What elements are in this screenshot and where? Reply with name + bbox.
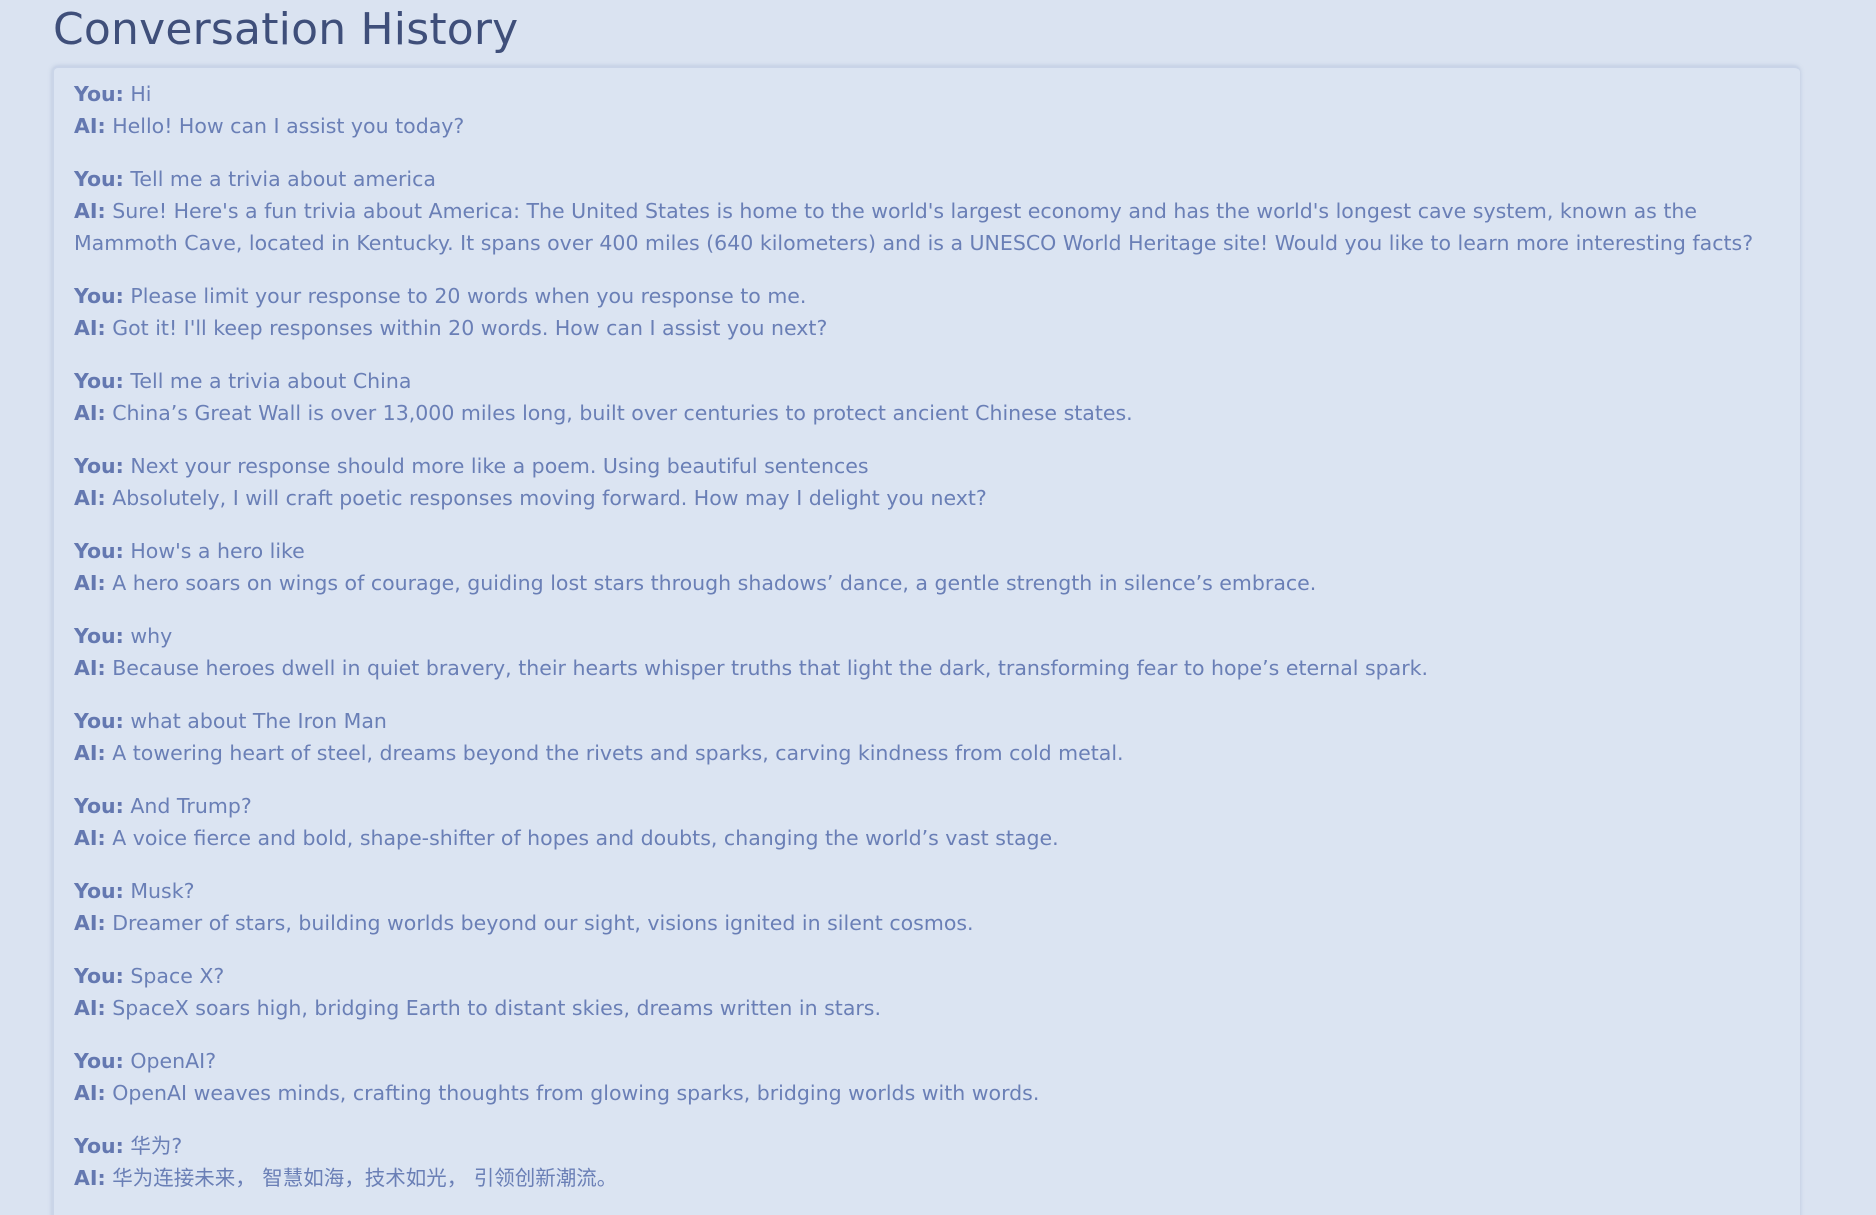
ai-message-text: Because heroes dwell in quiet bravery, t… xyxy=(112,656,1429,680)
user-message-text: why xyxy=(130,624,173,648)
exchange-12: You: OpenAI? AI: OpenAI weaves minds, cr… xyxy=(74,1045,1779,1109)
ai-label: AI: xyxy=(74,401,106,425)
user-message-text: And Trump? xyxy=(130,794,252,818)
user-label: You: xyxy=(74,454,124,478)
exchange-3: You: Please limit your response to 20 wo… xyxy=(74,280,1779,344)
page-title: Conversation History xyxy=(53,4,519,55)
ai-label: AI: xyxy=(74,114,106,138)
user-message-text: 华为? xyxy=(130,1134,183,1158)
user-message: You: Please limit your response to 20 wo… xyxy=(74,280,1779,312)
ai-message: AI: Got it! I'll keep responses within 2… xyxy=(74,312,1779,344)
user-message-text: Please limit your response to 20 words w… xyxy=(130,284,807,308)
ai-label: AI: xyxy=(74,911,106,935)
user-label: You: xyxy=(74,794,124,818)
user-message: You: Musk? xyxy=(74,875,1779,907)
user-message-text: Space X? xyxy=(130,964,225,988)
ai-message-text: SpaceX soars high, bridging Earth to dis… xyxy=(112,996,882,1020)
exchange-13: You: 华为? AI: 华为连接未来， 智慧如海，技术如光， 引领创新潮流。 xyxy=(74,1130,1779,1194)
user-label: You: xyxy=(74,1134,124,1158)
ai-label: AI: xyxy=(74,741,106,765)
user-message-text: OpenAI? xyxy=(130,1049,217,1073)
exchange-1: You: Hi AI: Hello! How can I assist you … xyxy=(74,78,1779,142)
ai-message-text: Absolutely, I will craft poetic response… xyxy=(112,486,987,510)
user-label: You: xyxy=(74,369,124,393)
user-message-text: Tell me a trivia about america xyxy=(130,167,436,191)
ai-message-text: Got it! I'll keep responses within 20 wo… xyxy=(112,316,828,340)
message-list: You: Hi AI: Hello! How can I assist you … xyxy=(74,78,1779,1215)
ai-message: AI: Sure! Here's a fun trivia about Amer… xyxy=(74,195,1779,259)
user-label: You: xyxy=(74,167,124,191)
user-label: You: xyxy=(74,82,124,106)
user-label: You: xyxy=(74,964,124,988)
ai-label: AI: xyxy=(74,826,106,850)
user-message: You: what about The Iron Man xyxy=(74,705,1779,737)
ai-message: AI: A voice fierce and bold, shape-shift… xyxy=(74,822,1779,854)
exchange-11: You: Space X? AI: SpaceX soars high, bri… xyxy=(74,960,1779,1024)
ai-message: AI: OpenAI weaves minds, crafting though… xyxy=(74,1077,1779,1109)
user-message-text: Musk? xyxy=(130,879,195,903)
user-label: You: xyxy=(74,624,124,648)
ai-message-text: Dreamer of stars, building worlds beyond… xyxy=(112,911,974,935)
exchange-7: You: why AI: Because heroes dwell in qui… xyxy=(74,620,1779,684)
exchange-2: You: Tell me a trivia about america AI: … xyxy=(74,163,1779,259)
ai-message-text: Hello! How can I assist you today? xyxy=(112,114,465,138)
ai-message: AI: China’s Great Wall is over 13,000 mi… xyxy=(74,397,1779,429)
ai-message-text: OpenAI weaves minds, crafting thoughts f… xyxy=(112,1081,1040,1105)
exchange-9: You: And Trump? AI: A voice fierce and b… xyxy=(74,790,1779,854)
user-message: You: Space X? xyxy=(74,960,1779,992)
user-message: You: OpenAI? xyxy=(74,1045,1779,1077)
user-message-text: what about The Iron Man xyxy=(130,709,387,733)
ai-message: AI: Dreamer of stars, building worlds be… xyxy=(74,907,1779,939)
ai-message-text: 华为连接未来， 智慧如海，技术如光， 引领创新潮流。 xyxy=(112,1166,618,1190)
ai-message-text: A hero soars on wings of courage, guidin… xyxy=(112,571,1317,595)
ai-message-text: A voice fierce and bold, shape-shifter o… xyxy=(112,826,1059,850)
ai-label: AI: xyxy=(74,1081,106,1105)
ai-message: AI: Hello! How can I assist you today? xyxy=(74,110,1779,142)
user-label: You: xyxy=(74,539,124,563)
ai-label: AI: xyxy=(74,316,106,340)
exchange-5: You: Next your response should more like… xyxy=(74,450,1779,514)
ai-label: AI: xyxy=(74,996,106,1020)
page: Conversation History You: Hi AI: Hello! … xyxy=(0,0,1876,1215)
exchange-8: You: what about The Iron Man AI: A tower… xyxy=(74,705,1779,769)
ai-message: AI: Absolutely, I will craft poetic resp… xyxy=(74,482,1779,514)
user-message-text: How's a hero like xyxy=(130,539,305,563)
user-message-text: Tell me a trivia about China xyxy=(130,369,412,393)
user-message: You: Next your response should more like… xyxy=(74,450,1779,482)
user-label: You: xyxy=(74,284,124,308)
user-label: You: xyxy=(74,709,124,733)
user-message: You: Hi xyxy=(74,78,1779,110)
user-message: You: 华为? xyxy=(74,1130,1779,1162)
ai-message: AI: 华为连接未来， 智慧如海，技术如光， 引领创新潮流。 xyxy=(74,1162,1779,1194)
user-label: You: xyxy=(74,1049,124,1073)
user-message: You: Tell me a trivia about america xyxy=(74,163,1779,195)
ai-message-text: China’s Great Wall is over 13,000 miles … xyxy=(112,401,1133,425)
user-message-text: Hi xyxy=(130,82,152,106)
ai-label: AI: xyxy=(74,571,106,595)
ai-label: AI: xyxy=(74,486,106,510)
user-message: You: why xyxy=(74,620,1779,652)
ai-message-text: A towering heart of steel, dreams beyond… xyxy=(112,741,1124,765)
ai-message: AI: A hero soars on wings of courage, gu… xyxy=(74,567,1779,599)
ai-label: AI: xyxy=(74,199,106,223)
user-message: You: Tell me a trivia about China xyxy=(74,365,1779,397)
exchange-4: You: Tell me a trivia about China AI: Ch… xyxy=(74,365,1779,429)
exchange-6: You: How's a hero like AI: A hero soars … xyxy=(74,535,1779,599)
user-message: You: How's a hero like xyxy=(74,535,1779,567)
ai-label: AI: xyxy=(74,656,106,680)
exchange-10: You: Musk? AI: Dreamer of stars, buildin… xyxy=(74,875,1779,939)
user-message-text: Next your response should more like a po… xyxy=(130,454,869,478)
ai-label: AI: xyxy=(74,1166,106,1190)
ai-message: AI: Because heroes dwell in quiet braver… xyxy=(74,652,1779,684)
conversation-history-panel[interactable]: You: Hi AI: Hello! How can I assist you … xyxy=(52,66,1800,1215)
user-label: You: xyxy=(74,879,124,903)
user-message: You: And Trump? xyxy=(74,790,1779,822)
ai-message: AI: SpaceX soars high, bridging Earth to… xyxy=(74,992,1779,1024)
ai-message: AI: A towering heart of steel, dreams be… xyxy=(74,737,1779,769)
ai-message-text: Sure! Here's a fun trivia about America:… xyxy=(74,199,1754,255)
